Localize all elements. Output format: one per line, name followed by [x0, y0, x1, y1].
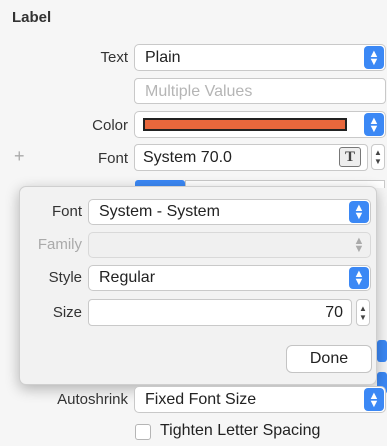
text-type-value: Plain [145, 48, 181, 66]
popup-arrows-icon: ▲ ▼ [364, 388, 384, 411]
hidden-popup-edge[interactable] [377, 340, 387, 362]
autoshrink-popup[interactable]: Fixed Font Size ▲ ▼ [134, 386, 386, 413]
popup-arrows-icon: ▲ ▼ [349, 267, 369, 289]
popover-font-label: Font [51, 203, 82, 220]
popover-style-value: Regular [99, 269, 156, 286]
color-swatch [143, 118, 347, 131]
popover-family-popup[interactable]: ▲ ▼ [88, 232, 371, 258]
popover-family-label: Family [37, 236, 82, 253]
font-field[interactable]: System 70.0 [134, 144, 368, 171]
font-label: Font [97, 150, 128, 167]
section-title: Label [12, 9, 52, 26]
popover-font-value: System - System [99, 203, 220, 220]
font-value: System 70.0 [143, 149, 232, 166]
font-picker-icon[interactable]: T [339, 147, 361, 167]
popover-size-label: Size [52, 304, 82, 321]
popover-size-field[interactable]: 70 [88, 299, 352, 326]
tighten-letter-spacing-label: Tighten Letter Spacing [160, 422, 321, 439]
popup-arrows-icon: ▲ ▼ [349, 201, 369, 223]
popover-style-label: Style [48, 269, 82, 286]
text-type-popup[interactable]: Plain ▲ ▼ [134, 44, 386, 71]
text-value-field[interactable]: Multiple Values [134, 78, 386, 104]
popover-font-popup[interactable]: System - System ▲ ▼ [88, 199, 371, 225]
text-label: Text [100, 49, 128, 66]
popover-size-value: 70 [325, 304, 343, 321]
font-popover: Font System - System ▲ ▼ Family ▲ ▼ Style … [19, 186, 377, 385]
done-button[interactable]: Done [286, 345, 372, 373]
popover-style-popup[interactable]: Regular ▲ ▼ [88, 265, 371, 291]
text-value-placeholder: Multiple Values [145, 83, 253, 100]
plus-icon[interactable]: + [14, 146, 25, 167]
popup-arrows-icon: ▲ ▼ [364, 113, 384, 136]
autoshrink-label: Autoshrink [57, 391, 128, 408]
popup-arrows-icon: ▲ ▼ [353, 235, 365, 255]
color-label: Color [92, 117, 128, 134]
popover-size-stepper[interactable]: ▲ ▼ [356, 299, 370, 326]
font-size-stepper[interactable]: ▲ ▼ [371, 144, 385, 170]
tighten-letter-spacing-checkbox[interactable] [135, 424, 151, 440]
autoshrink-value: Fixed Font Size [145, 390, 257, 408]
popup-arrows-icon: ▲ ▼ [364, 46, 384, 69]
color-popup[interactable]: ▲ ▼ [134, 111, 386, 138]
